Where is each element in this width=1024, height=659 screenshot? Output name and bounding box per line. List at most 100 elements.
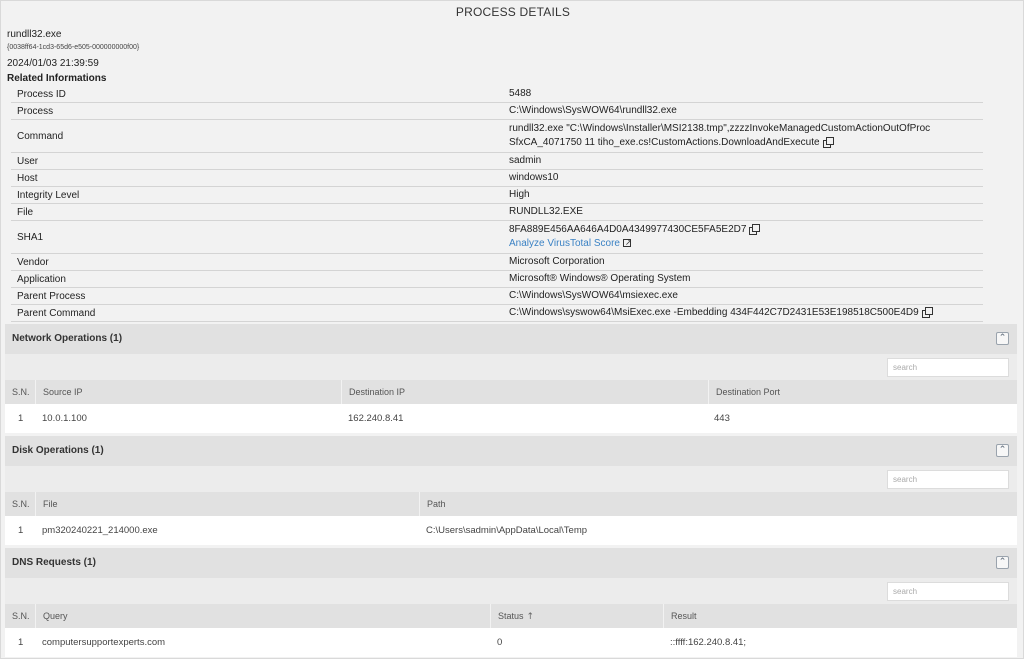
detail-row: Process ID 5488: [11, 86, 983, 103]
dns-requests-header[interactable]: DNS Requests (1) ⌃: [5, 548, 1017, 578]
process-guid: {0038ff64-1cd3-65d6-e505-000000000f00}: [7, 44, 140, 51]
detail-row: Application Microsoft® Windows® Operatin…: [11, 271, 983, 288]
detail-key: Integrity Level: [17, 189, 80, 201]
detail-value: RUNDLL32.EXE: [509, 206, 583, 217]
cell-destination-ip: 162.240.8.41: [348, 413, 404, 424]
column-header-path[interactable]: Path: [420, 492, 1017, 516]
process-name: rundll32.exe: [7, 29, 62, 40]
table-header: S.N. Source IP Destination IP Destinatio…: [5, 380, 1017, 404]
collapse-icon[interactable]: ⌃: [996, 332, 1009, 345]
disk-operations-header[interactable]: Disk Operations (1) ⌃: [5, 436, 1017, 466]
column-header-sn[interactable]: S.N.: [5, 604, 36, 628]
process-timestamp: 2024/01/03 21:39:59: [7, 58, 99, 69]
cell-sn: 1: [18, 413, 24, 424]
column-header-file[interactable]: File: [36, 492, 420, 516]
copy-icon[interactable]: [822, 137, 834, 148]
detail-key: Process: [17, 105, 54, 117]
cell-source-ip: 10.0.1.100: [42, 413, 87, 424]
search-input[interactable]: [887, 358, 1009, 377]
cell-query: computersupportexperts.com: [42, 637, 166, 648]
related-informations-table: Process ID 5488 Process C:\Windows\SysWO…: [11, 86, 983, 322]
cell-result: ::ffff:162.240.8.41;: [670, 637, 747, 648]
cell-sn: 1: [18, 525, 24, 536]
column-header-query[interactable]: Query: [36, 604, 491, 628]
table-row[interactable]: 1 pm320240221_214000.exe C:\Users\sadmin…: [5, 516, 1017, 545]
detail-value: Microsoft Corporation: [509, 256, 605, 267]
column-header-sn[interactable]: S.N.: [5, 380, 36, 404]
detail-row: Parent Process C:\Windows\SysWOW64\msiex…: [11, 288, 983, 305]
process-details-panel: PROCESS DETAILS rundll32.exe {0038ff64-1…: [0, 0, 1024, 659]
cell-status: 0: [497, 637, 503, 648]
detail-value: High: [509, 189, 530, 200]
parent-command-text: C:\Windows\syswow64\MsiExec.exe -Embeddi…: [509, 307, 919, 318]
detail-key: Host: [17, 172, 38, 184]
section-toolbar: [5, 466, 1017, 492]
column-header-status-label: Status: [498, 611, 524, 621]
section-title: Network Operations (1): [12, 333, 123, 344]
command-line-1: rundll32.exe "C:\Windows\Installer\MSI21…: [509, 123, 931, 134]
column-header-result[interactable]: Result: [664, 604, 1017, 628]
collapse-icon[interactable]: ⌃: [996, 556, 1009, 569]
cell-sn: 1: [18, 637, 24, 648]
detail-value: rundll32.exe "C:\Windows\Installer\MSI21…: [509, 122, 983, 150]
column-header-sn[interactable]: S.N.: [5, 492, 36, 516]
detail-row: Command rundll32.exe "C:\Windows\Install…: [11, 120, 983, 153]
detail-value: C:\Windows\SysWOW64\rundll32.exe: [509, 105, 677, 116]
detail-value: C:\Windows\syswow64\MsiExec.exe -Embeddi…: [509, 306, 983, 320]
column-header-status[interactable]: Status ↑: [491, 604, 664, 628]
column-header-destination-port[interactable]: Destination Port: [709, 380, 1017, 404]
detail-key: Parent Command: [17, 307, 96, 319]
column-header-destination-ip[interactable]: Destination IP: [342, 380, 709, 404]
table-header: S.N. Query Status ↑ Result: [5, 604, 1017, 628]
cell-file: pm320240221_214000.exe: [42, 525, 158, 536]
cell-path: C:\Users\sadmin\AppData\Local\Temp: [426, 525, 588, 536]
table-row[interactable]: 1 computersupportexperts.com 0 ::ffff:16…: [5, 628, 1017, 657]
related-informations-heading: Related Informations: [7, 73, 107, 84]
column-header-source-ip[interactable]: Source IP: [36, 380, 342, 404]
detail-row: Integrity Level High: [11, 187, 983, 204]
detail-row: SHA1 8FA889E456AA646A4D0A4349977430CE5FA…: [11, 221, 983, 254]
section-toolbar: [5, 578, 1017, 604]
table-header: S.N. File Path: [5, 492, 1017, 516]
section-title: Disk Operations (1): [12, 445, 104, 456]
command-line-2: SfxCA_4071750 11 tiho_exe.cs!CustomActio…: [509, 137, 820, 148]
search-input[interactable]: [887, 582, 1009, 601]
detail-value: 5488: [509, 88, 532, 99]
detail-key: Command: [17, 130, 64, 142]
sha1-hash: 8FA889E456AA646A4D0A4349977430CE5FA5E2D7: [509, 224, 747, 235]
page-title: PROCESS DETAILS: [455, 5, 571, 19]
section-toolbar: [5, 354, 1017, 380]
network-operations-section: Network Operations (1) ⌃ S.N. Source IP …: [5, 324, 1017, 433]
external-link-icon[interactable]: [622, 236, 632, 250]
detail-value: Microsoft® Windows® Operating System: [509, 273, 691, 284]
detail-row: Parent Command C:\Windows\syswow64\MsiEx…: [11, 305, 983, 322]
disk-operations-section: Disk Operations (1) ⌃ S.N. File Path 1 p…: [5, 436, 1017, 545]
detail-key: Parent Process: [17, 290, 86, 302]
detail-key: File: [17, 206, 34, 218]
dns-requests-section: DNS Requests (1) ⌃ S.N. Query Status↑ Re…: [5, 548, 1017, 657]
table-row[interactable]: 1 10.0.1.100 162.240.8.41 443: [5, 404, 1017, 433]
detail-key: Process ID: [17, 88, 66, 100]
detail-key: User: [17, 155, 39, 167]
detail-value: 8FA889E456AA646A4D0A4349977430CE5FA5E2D7…: [509, 223, 983, 251]
copy-icon[interactable]: [921, 307, 933, 318]
network-operations-header[interactable]: Network Operations (1) ⌃: [5, 324, 1017, 354]
detail-row: Process C:\Windows\SysWOW64\rundll32.exe: [11, 103, 983, 120]
search-input[interactable]: [887, 470, 1009, 489]
detail-value: sadmin: [509, 155, 542, 166]
detail-key: Vendor: [17, 256, 49, 268]
sort-arrow-icon[interactable]: ↑: [527, 612, 535, 622]
detail-key: Application: [17, 273, 66, 285]
detail-row: User sadmin: [11, 153, 983, 170]
cell-destination-port: 443: [714, 413, 730, 424]
detail-value: C:\Windows\SysWOW64\msiexec.exe: [509, 290, 678, 301]
collapse-icon[interactable]: ⌃: [996, 444, 1009, 457]
detail-value: windows10: [509, 172, 559, 183]
copy-icon[interactable]: [749, 224, 761, 235]
detail-row: File RUNDLL32.EXE: [11, 204, 983, 221]
section-title: DNS Requests (1): [12, 557, 96, 568]
detail-row: Vendor Microsoft Corporation: [11, 254, 983, 271]
virustotal-link[interactable]: Analyze VirusTotal Score: [509, 238, 620, 249]
detail-key: SHA1: [17, 231, 44, 243]
detail-row: Host windows10: [11, 170, 983, 187]
